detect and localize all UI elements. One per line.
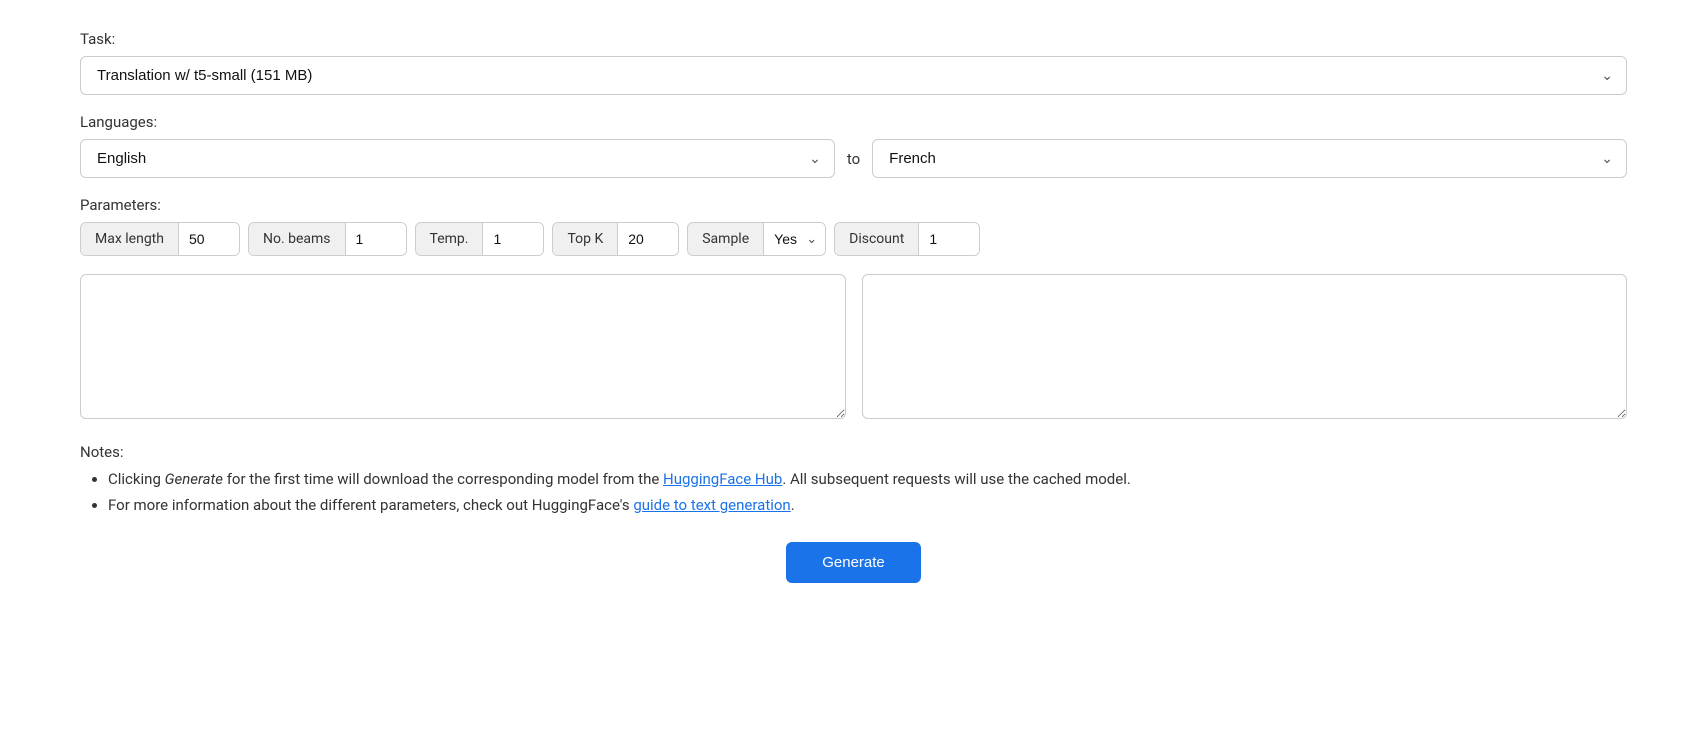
no-beams-group: No. beams xyxy=(248,222,407,256)
note-item-2: For more information about the different… xyxy=(108,493,1627,519)
notes-list: Clicking Generate for the first time wil… xyxy=(80,467,1627,518)
top-k-label: Top K xyxy=(553,223,618,255)
no-beams-label: No. beams xyxy=(249,223,346,255)
sample-select-wrapper: Yes No ⌄ xyxy=(764,223,825,255)
max-length-label: Max length xyxy=(81,223,179,255)
note-item-1: Clicking Generate for the first time wil… xyxy=(108,467,1627,493)
to-language-select[interactable]: French English German Spanish xyxy=(872,139,1627,178)
sample-label: Sample xyxy=(688,223,764,255)
generate-button[interactable]: Generate xyxy=(786,542,921,583)
sample-select[interactable]: Yes No xyxy=(764,223,825,255)
temp-group: Temp. xyxy=(415,222,545,256)
max-length-input[interactable] xyxy=(179,223,239,255)
from-language-select[interactable]: English French German Spanish xyxy=(80,139,835,178)
to-label: to xyxy=(847,150,860,168)
notes-title: Notes: xyxy=(80,443,1627,461)
discount-input[interactable] xyxy=(919,223,979,255)
generate-italic: Generate xyxy=(165,470,223,488)
to-language-wrapper: French English German Spanish ⌄ xyxy=(872,139,1627,178)
task-select-wrapper: Translation w/ t5-small (151 MB) ⌄ xyxy=(80,56,1627,95)
guide-link[interactable]: guide to text generation xyxy=(633,496,790,514)
output-textarea[interactable] xyxy=(862,274,1628,419)
from-language-wrapper: English French German Spanish ⌄ xyxy=(80,139,835,178)
task-select[interactable]: Translation w/ t5-small (151 MB) xyxy=(80,56,1627,95)
notes-section: Notes: Clicking Generate for the first t… xyxy=(80,443,1627,518)
discount-group: Discount xyxy=(834,222,980,256)
temp-label: Temp. xyxy=(416,223,484,255)
languages-section: Languages: English French German Spanish… xyxy=(80,113,1627,178)
parameters-label: Parameters: xyxy=(80,196,1627,214)
top-k-group: Top K xyxy=(552,222,679,256)
parameters-section: Parameters: Max length No. beams Temp. T… xyxy=(80,196,1627,256)
generate-section: Generate xyxy=(80,542,1627,583)
no-beams-input[interactable] xyxy=(346,223,406,255)
input-textarea[interactable] xyxy=(80,274,846,419)
top-k-input[interactable] xyxy=(618,223,678,255)
task-section: Task: Translation w/ t5-small (151 MB) ⌄ xyxy=(80,30,1627,95)
huggingface-hub-link[interactable]: HuggingFace Hub xyxy=(663,470,782,488)
languages-label: Languages: xyxy=(80,113,1627,131)
languages-row: English French German Spanish ⌄ to Frenc… xyxy=(80,139,1627,178)
discount-label: Discount xyxy=(835,223,919,255)
temp-input[interactable] xyxy=(483,223,543,255)
parameters-row: Max length No. beams Temp. Top K Sample … xyxy=(80,222,1627,256)
textareas-row xyxy=(80,274,1627,419)
max-length-group: Max length xyxy=(80,222,240,256)
sample-group: Sample Yes No ⌄ xyxy=(687,222,826,256)
task-label: Task: xyxy=(80,30,1627,48)
